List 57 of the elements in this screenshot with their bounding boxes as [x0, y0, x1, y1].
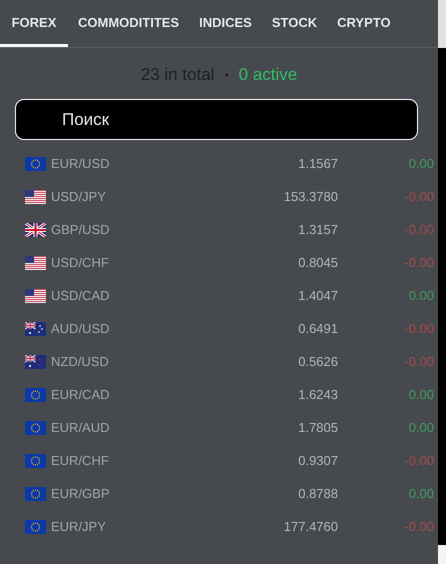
- price: 0.6491: [297, 321, 338, 336]
- tab[interactable]: FOREX: [0, 0, 68, 47]
- scrollbar[interactable]: [438, 0, 446, 564]
- price: 0.8788: [297, 486, 338, 501]
- price-change: -0.00: [403, 453, 434, 468]
- price-change: -0.00: [403, 189, 434, 204]
- eu-flag-icon: [25, 520, 46, 534]
- currency-pair: EUR/CAD: [51, 387, 111, 402]
- price-change: 0.00: [408, 420, 434, 435]
- price-change: 0.00: [408, 156, 434, 171]
- tab[interactable]: INDICES: [189, 0, 262, 47]
- price: 0.9307: [297, 453, 338, 468]
- price: 1.3157: [297, 222, 338, 237]
- currency-pair: NZD/USD: [51, 354, 110, 369]
- price: 1.4047: [297, 288, 338, 303]
- currency-pair: USD/JPY: [51, 189, 107, 204]
- new-zealand-flag-icon: [25, 354, 46, 368]
- tab[interactable]: STOCK: [262, 0, 328, 47]
- eu-flag-icon: [25, 156, 46, 170]
- eu-flag-icon: [25, 486, 46, 500]
- search-field[interactable]: Поиск: [15, 99, 418, 140]
- us-flag-icon: [25, 256, 46, 270]
- currency-pair: GBP/USD: [51, 222, 111, 237]
- price: 1.6243: [297, 387, 338, 402]
- price-change: -0.00: [403, 222, 434, 237]
- eu-flag-icon: [25, 388, 46, 402]
- price: 153.3780: [282, 189, 338, 204]
- australia-flag-icon: [25, 322, 46, 336]
- price-change: 0.00: [408, 387, 434, 402]
- currency-pair: EUR/GBP: [51, 486, 111, 501]
- eu-flag-icon: [25, 454, 46, 468]
- us-flag-icon: [25, 190, 46, 204]
- currency-pair: EUR/JPY: [51, 519, 107, 534]
- active-count: 0 active: [238, 65, 298, 85]
- currency-pair: EUR/USD: [51, 156, 111, 171]
- separator-dot: •: [224, 68, 229, 82]
- price: 1.7805: [297, 420, 338, 435]
- currency-pair: USD/CHF: [51, 255, 110, 270]
- price-change: 0.00: [408, 486, 434, 501]
- price: 0.8045: [297, 255, 338, 270]
- currency-pair: EUR/CHF: [51, 453, 110, 468]
- price-change: -0.00: [403, 321, 434, 336]
- price-change: -0.00: [403, 354, 434, 369]
- price-change: 0.00: [408, 288, 434, 303]
- eu-flag-icon: [25, 420, 46, 434]
- tab[interactable]: COMMODITITES: [68, 0, 190, 47]
- price-change: -0.00: [403, 519, 434, 534]
- price: 1.1567: [297, 156, 338, 171]
- price-change: -0.00: [403, 255, 434, 270]
- currency-pair: AUD/USD: [51, 321, 111, 336]
- currency-pair: EUR/AUD: [51, 420, 111, 435]
- us-flag-icon: [25, 288, 46, 302]
- tab[interactable]: CRYPTO: [327, 0, 401, 47]
- price: 177.4760: [282, 519, 338, 534]
- currency-pair: USD/CAD: [51, 288, 111, 303]
- price: 0.5626: [297, 354, 338, 369]
- uk-flag-icon: [25, 222, 46, 236]
